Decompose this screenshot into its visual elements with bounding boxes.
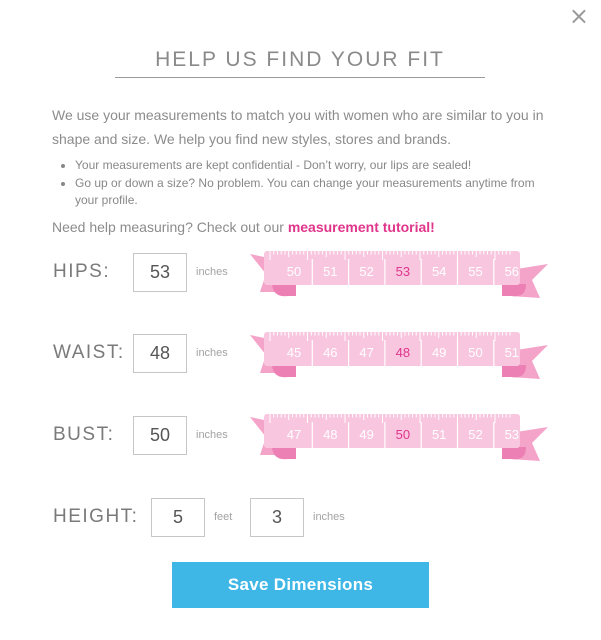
tape-number[interactable]: 49 bbox=[359, 427, 373, 442]
info-list: Your measurements are kept confidential … bbox=[58, 157, 558, 210]
tape-number[interactable]: 52 bbox=[468, 427, 482, 442]
tape-number[interactable]: 45 bbox=[287, 345, 301, 360]
tape-number[interactable]: 46 bbox=[323, 345, 337, 360]
bust-tape-slider[interactable]: 47 48 49 50 51 52 53 bbox=[248, 409, 550, 461]
tape-number[interactable]: 56 bbox=[505, 264, 519, 279]
page-title: HELP US FIND YOUR FIT bbox=[115, 48, 485, 78]
tape-number[interactable]: 50 bbox=[287, 264, 301, 279]
bust-label: BUST: bbox=[53, 424, 115, 445]
height-feet-input[interactable]: 5 bbox=[151, 498, 205, 537]
height-inches-unit: inches bbox=[313, 511, 345, 523]
height-inches-input[interactable]: 3 bbox=[250, 498, 304, 537]
hips-unit: inches bbox=[196, 266, 228, 278]
save-dimensions-button[interactable]: Save Dimensions bbox=[172, 562, 429, 608]
waist-input[interactable]: 48 bbox=[133, 334, 187, 373]
tape-number[interactable]: 50 bbox=[468, 345, 482, 360]
height-label: HEIGHT: bbox=[53, 506, 139, 527]
bust-input[interactable]: 50 bbox=[133, 416, 187, 455]
tape-number-selected[interactable]: 48 bbox=[396, 345, 410, 360]
height-feet-unit: feet bbox=[214, 511, 233, 523]
close-icon[interactable]: × bbox=[569, 4, 589, 28]
info-item-change-size: Go up or down a size? No problem. You ca… bbox=[58, 175, 558, 209]
intro-text: We use your measurements to match you wi… bbox=[52, 107, 544, 147]
tape-number-selected[interactable]: 50 bbox=[396, 427, 410, 442]
hips-label: HIPS: bbox=[53, 261, 111, 282]
waist-unit: inches bbox=[196, 347, 228, 359]
waist-label: WAIST: bbox=[53, 342, 125, 363]
hips-tape-slider[interactable]: 50 51 52 53 54 55 56 bbox=[248, 246, 550, 298]
measurement-tutorial-link[interactable]: measurement tutorial! bbox=[288, 219, 435, 235]
tape-number[interactable]: 55 bbox=[468, 264, 482, 279]
info-item-confidential: Your measurements are kept confidential … bbox=[58, 157, 558, 174]
tape-number-selected[interactable]: 53 bbox=[396, 264, 410, 279]
help-prefix: Need help measuring? Check out our bbox=[52, 219, 288, 235]
tape-number[interactable]: 47 bbox=[359, 345, 373, 360]
tape-number[interactable]: 54 bbox=[432, 264, 446, 279]
help-text: Need help measuring? Check out our measu… bbox=[52, 219, 435, 235]
tape-number[interactable]: 52 bbox=[359, 264, 373, 279]
tape-number[interactable]: 53 bbox=[505, 427, 519, 442]
tape-number[interactable]: 47 bbox=[287, 427, 301, 442]
tape-number[interactable]: 51 bbox=[432, 427, 446, 442]
bust-unit: inches bbox=[196, 429, 228, 441]
tape-number[interactable]: 48 bbox=[323, 427, 337, 442]
waist-tape-slider[interactable]: 45 46 47 48 49 50 51 bbox=[248, 327, 550, 379]
tape-number[interactable]: 51 bbox=[323, 264, 337, 279]
hips-input[interactable]: 53 bbox=[133, 253, 187, 292]
tape-number[interactable]: 49 bbox=[432, 345, 446, 360]
tape-number[interactable]: 51 bbox=[505, 345, 519, 360]
